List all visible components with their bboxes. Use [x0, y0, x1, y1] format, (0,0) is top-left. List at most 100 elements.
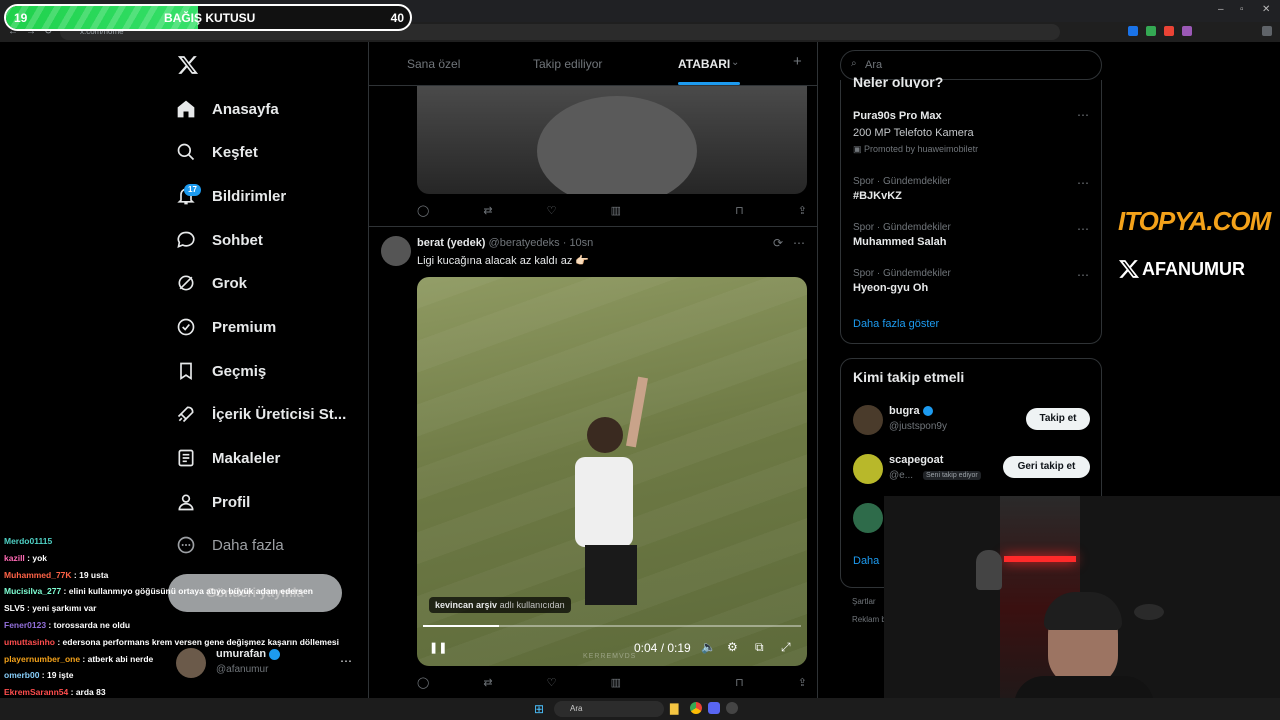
add-tab-icon[interactable]: +	[793, 53, 802, 70]
more-icon[interactable]: ⋯	[1077, 176, 1089, 190]
tweet-time[interactable]: 10sn	[569, 237, 593, 249]
chat-message: omerb00 : 19 işte	[4, 670, 73, 680]
video-credit-suffix: adlı kullanıcıdan	[499, 600, 565, 610]
extension-icon[interactable]	[1146, 26, 1156, 36]
nav-item-creator-studio[interactable]: İçerik Üreticisi St...	[176, 397, 346, 431]
footer-link[interactable]: Şartlar	[852, 597, 876, 606]
show-more-link[interactable]: Daha fazla göster	[853, 318, 939, 330]
verified-icon	[177, 318, 195, 336]
taskbar-search[interactable]: Ara	[554, 701, 664, 717]
trends-header: Neler oluyor?	[853, 74, 944, 88]
more-icon[interactable]: ⋯	[793, 236, 805, 250]
retweet-icon[interactable]: ⇄	[483, 204, 492, 217]
trend-name[interactable]: #BJKvKZ	[853, 190, 902, 202]
tab-for-you[interactable]: Sana özel	[407, 57, 460, 71]
follow-back-button[interactable]: Geri takip et	[1003, 456, 1090, 478]
minimize-icon[interactable]: –	[1218, 4, 1224, 15]
tab-following[interactable]: Takip ediliyor	[533, 57, 602, 71]
settings-icon[interactable]: ⚙	[727, 640, 738, 654]
windows-start-icon[interactable]: ⊞	[534, 702, 544, 716]
extension-icon[interactable]	[1182, 26, 1192, 36]
tab-atabari[interactable]: ATABARI	[678, 57, 730, 71]
avatar[interactable]	[853, 454, 883, 484]
discord-icon[interactable]	[708, 702, 720, 714]
like-icon[interactable]: ♡	[547, 676, 557, 689]
share-icon[interactable]: ⇪	[798, 204, 807, 217]
taskbar: ⊞ Ara ▇	[0, 698, 1280, 720]
video-progress-track[interactable]	[423, 625, 801, 627]
avatar[interactable]	[853, 503, 883, 533]
nav-label: Keşfet	[212, 143, 258, 161]
chrome-icon[interactable]	[690, 702, 702, 714]
grok-icon[interactable]: ⟳	[773, 236, 783, 250]
maximize-icon[interactable]: ▫	[1240, 4, 1244, 15]
fullscreen-icon[interactable]: ⤢	[781, 640, 791, 655]
views-icon[interactable]: ▥	[611, 676, 621, 689]
share-icon[interactable]: ⇪	[798, 676, 807, 689]
chat-username: Merdo01115	[4, 536, 53, 546]
chat-message: SLV5 : yeni şarkımı var	[4, 603, 96, 613]
suggestion-name[interactable]: scapegoat	[889, 454, 943, 466]
chat-message: playernumber_one : atberk abi nerde	[4, 654, 153, 664]
tweet-handle[interactable]: @beratyedeks	[489, 237, 560, 249]
volume-icon[interactable]: 🔈	[701, 640, 716, 654]
chevron-down-icon[interactable]: ⌄	[731, 57, 739, 68]
reply-icon[interactable]: ◯	[417, 676, 429, 689]
menu-icon[interactable]	[1262, 26, 1272, 36]
promo-label: ▣ Promoted by huaweimobiletr	[853, 144, 978, 155]
nav-item-profile[interactable]: Profil	[176, 485, 250, 519]
show-more-link[interactable]: Daha	[853, 555, 879, 567]
nav-item-notifications[interactable]: 17 Bildirimler	[176, 179, 286, 213]
nav-item-grok[interactable]: Grok	[176, 266, 247, 300]
avatar[interactable]	[853, 405, 883, 435]
nav-item-articles[interactable]: Makaleler	[176, 441, 280, 475]
chat-text: : arda 83	[68, 687, 106, 698]
tweet-avatar[interactable]	[381, 236, 411, 266]
search-icon: ⌕	[851, 58, 857, 69]
trend-name[interactable]: Hyeon-gyu Oh	[853, 282, 928, 294]
close-icon[interactable]: ✕	[1262, 4, 1270, 15]
previous-tweet-media[interactable]	[417, 86, 807, 194]
pause-icon[interactable]: ❚❚	[429, 641, 447, 654]
social-handle: AFANUMUR	[1118, 258, 1245, 280]
like-icon[interactable]: ♡	[547, 204, 557, 217]
follows-you-badge: Seni takip ediyor	[923, 471, 981, 480]
nav-item-home[interactable]: Anasayfa	[176, 92, 279, 126]
promo-sub: 200 MP Telefoto Kamera	[853, 127, 974, 139]
views-icon[interactable]: ▥	[611, 204, 621, 217]
more-icon[interactable]: ⋯	[1077, 268, 1089, 282]
nav-item-bookmarks[interactable]: Geçmiş	[176, 354, 266, 388]
media-shape	[537, 96, 697, 194]
nav-item-chat[interactable]: Sohbet	[176, 223, 263, 257]
chat-username: umuttasinho	[4, 636, 55, 647]
footer-link[interactable]: Reklam b	[852, 615, 886, 624]
bookmark-icon[interactable]: ⊓	[735, 676, 744, 689]
chat-username: omerb00	[4, 670, 40, 681]
retweet-icon[interactable]: ⇄	[483, 676, 492, 689]
tweet-video[interactable]: kevincan arşiv adlı kullanıcıdan ❚❚ KERR…	[417, 277, 807, 666]
x-logo-icon[interactable]	[177, 54, 199, 76]
follow-button[interactable]: Takip et	[1026, 408, 1090, 430]
more-icon[interactable]: ⋯	[1077, 222, 1089, 236]
extension-icon[interactable]	[1128, 26, 1138, 36]
social-handle-text: AFANUMUR	[1142, 258, 1245, 279]
nav-item-premium[interactable]: Premium	[176, 310, 276, 344]
promo-name[interactable]: Pura90s Pro Max	[853, 110, 942, 122]
pip-icon[interactable]: ⧉	[755, 640, 764, 655]
nav-label: Geçmiş	[212, 362, 267, 380]
more-icon[interactable]: ⋯	[1077, 108, 1089, 122]
tweet-author[interactable]: berat (yedek)	[417, 237, 485, 249]
trend-name[interactable]: Muhammed Salah	[853, 236, 947, 248]
donation-current: 19	[14, 11, 28, 25]
nav-label: Profil	[212, 493, 251, 511]
reply-icon[interactable]: ◯	[417, 204, 429, 217]
chat-username: Muhammed_77K	[4, 569, 72, 580]
extension-icon[interactable]	[1164, 26, 1174, 36]
file-explorer-icon[interactable]: ▇	[670, 702, 678, 715]
nav-item-explore[interactable]: Keşfet	[176, 135, 258, 169]
suggestion-name[interactable]: bugra	[889, 405, 920, 417]
suggestion-handle: @justspon9y	[889, 421, 947, 432]
video-credit[interactable]: kevincan arşiv adlı kullanıcıdan	[429, 597, 571, 613]
obs-icon[interactable]	[726, 702, 738, 714]
bookmark-icon[interactable]: ⊓	[735, 204, 744, 217]
